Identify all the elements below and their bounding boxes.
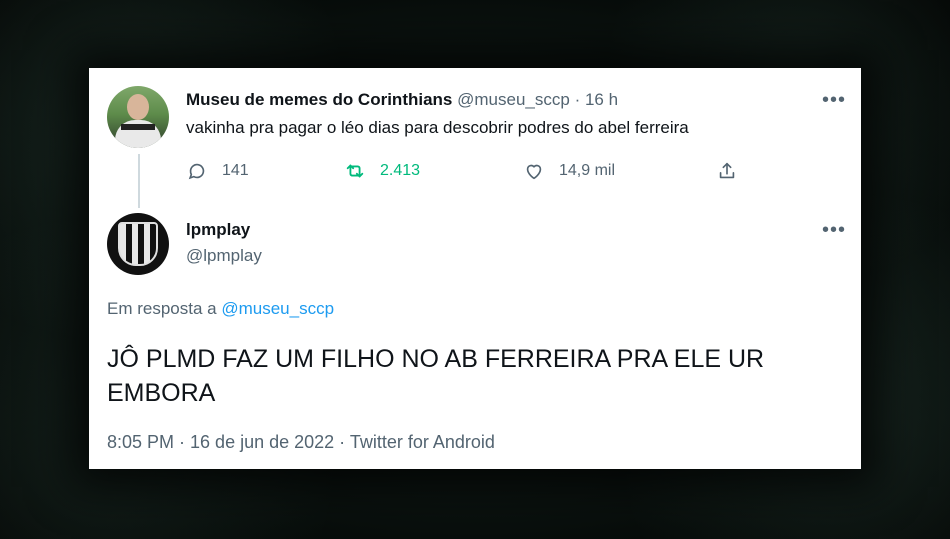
tweet1-text: vakinha pra pagar o léo dias para descob… <box>186 118 689 137</box>
tweet2-text: JÔ PLMD FAZ UM FILHO NO AB FERREIRA PRA … <box>107 345 765 407</box>
like-count: 14,9 mil <box>559 162 616 179</box>
tweet-card: Museu de memes do Corinthians @museu_scc… <box>89 68 861 469</box>
tweet1-author-name[interactable]: Museu de memes do Corinthians <box>186 90 452 109</box>
tweet2-more-icon[interactable]: ••• <box>822 220 846 240</box>
tweet1-more-icon[interactable]: ••• <box>822 90 846 110</box>
reply-button[interactable]: 141 <box>186 159 249 183</box>
tweet2-handle[interactable]: @lpmplay <box>186 246 262 266</box>
retweet-count: 2.413 <box>380 162 421 179</box>
reply-count: 141 <box>222 162 249 179</box>
retweet-button[interactable]: 2.413 <box>344 159 420 183</box>
like-icon <box>526 164 542 180</box>
tweet1-handle[interactable]: @museu_sccp <box>457 90 570 109</box>
tweet1-time[interactable]: 16 h <box>585 90 618 109</box>
share-icon <box>719 162 735 179</box>
reply-context: Em resposta a @museu_sccp <box>107 299 334 319</box>
avatar-museu[interactable] <box>107 86 169 148</box>
reply-prefix: Em resposta a <box>107 299 222 318</box>
share-button[interactable] <box>716 159 752 183</box>
tweet1-header: Museu de memes do Corinthians @museu_scc… <box>186 90 618 110</box>
tweet1-separator: · <box>574 90 581 109</box>
retweet-icon <box>346 164 364 178</box>
like-button[interactable]: 14,9 mil <box>523 159 615 183</box>
reply-icon <box>188 163 205 180</box>
reply-mention-link[interactable]: @museu_sccp <box>221 299 334 318</box>
avatar-lpmplay[interactable] <box>107 213 169 275</box>
tweet2-author-name[interactable]: lpmplay <box>186 220 250 240</box>
tweet2-meta[interactable]: 8:05 PM · 16 de jun de 2022 · Twitter fo… <box>107 432 495 453</box>
thread-line <box>138 154 140 208</box>
